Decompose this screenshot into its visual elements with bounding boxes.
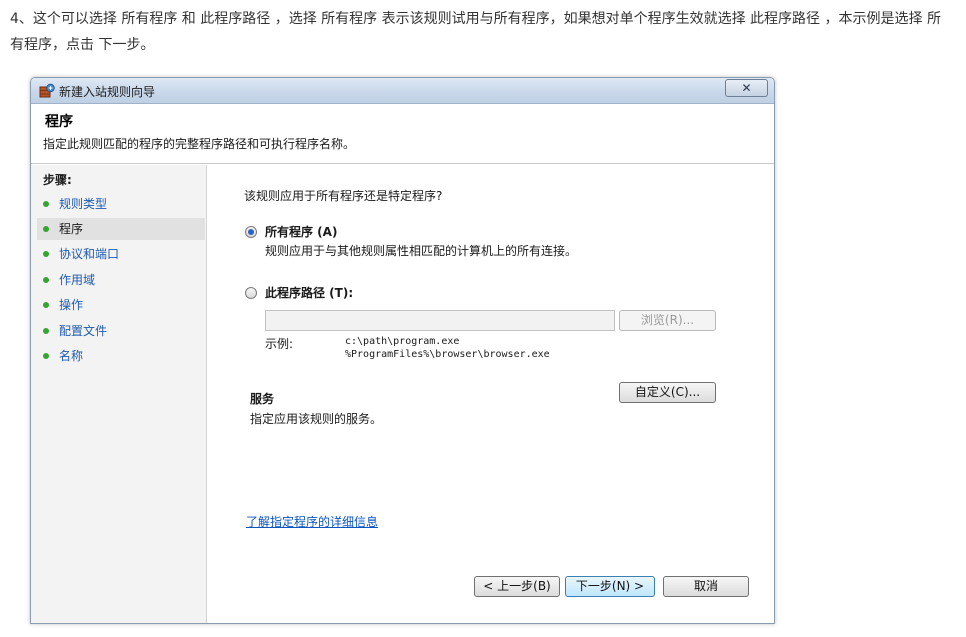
page-title: 程序 bbox=[45, 114, 73, 130]
close-icon: ✕ bbox=[741, 81, 752, 95]
step-bullet-icon bbox=[43, 201, 49, 207]
all-programs-label[interactable]: 所有程序 (A) bbox=[265, 223, 337, 240]
step-label: 程序 bbox=[59, 222, 84, 236]
scope-question: 该规则应用于所有程序还是特定程序? bbox=[244, 189, 443, 203]
steps-title: 步骤: bbox=[43, 173, 72, 187]
step-item-program[interactable]: 程序 bbox=[37, 218, 205, 240]
step-item-profile[interactable]: 配置文件 bbox=[37, 320, 205, 342]
step-label: 名称 bbox=[59, 349, 84, 363]
all-programs-radio[interactable] bbox=[245, 226, 257, 238]
close-button[interactable]: ✕ bbox=[725, 79, 768, 97]
step-item-protocol-ports[interactable]: 协议和端口 bbox=[37, 243, 205, 265]
all-programs-description: 规则应用于与其他规则属性相匹配的计算机上的所有连接。 bbox=[265, 244, 578, 258]
step-label: 配置文件 bbox=[59, 324, 108, 338]
step-label: 操作 bbox=[59, 298, 84, 312]
firewall-app-icon bbox=[39, 83, 55, 98]
program-path-radio[interactable] bbox=[245, 287, 257, 299]
step-label: 协议和端口 bbox=[59, 247, 120, 261]
step-bullet-icon bbox=[43, 353, 49, 359]
example-path-2: %ProgramFiles%\browser\browser.exe bbox=[345, 349, 550, 360]
step-bullet-icon bbox=[43, 277, 49, 283]
step-label: 规则类型 bbox=[59, 197, 108, 211]
step-item-name[interactable]: 名称 bbox=[37, 345, 205, 367]
next-button[interactable]: 下一步(N) > bbox=[565, 576, 655, 597]
step-bullet-icon bbox=[43, 251, 49, 257]
window-title: 新建入站规则向导 bbox=[59, 85, 156, 99]
wizard-content: 该规则应用于所有程序还是特定程序? 所有程序 (A) 规则应用于与其他规则属性相… bbox=[208, 165, 774, 623]
services-description: 指定应用该规则的服务。 bbox=[250, 412, 383, 426]
window-titlebar[interactable]: 新建入站规则向导 ✕ bbox=[31, 78, 774, 104]
learn-more-link[interactable]: 了解指定程序的详细信息 bbox=[246, 513, 378, 530]
step-item-scope[interactable]: 作用域 bbox=[37, 269, 205, 291]
step-item-action[interactable]: 操作 bbox=[37, 294, 205, 316]
example-path-1: c:\path\program.exe bbox=[345, 336, 460, 347]
program-path-input[interactable] bbox=[265, 310, 615, 331]
wizard-window: 新建入站规则向导 ✕ 程序 指定此规则匹配的程序的完整程序路径和可执行程序名称。… bbox=[30, 77, 775, 624]
page-description: 指定此规则匹配的程序的完整程序路径和可执行程序名称。 bbox=[43, 137, 356, 151]
step-item-rule-type[interactable]: 规则类型 bbox=[37, 193, 205, 215]
program-path-label[interactable]: 此程序路径 (T): bbox=[265, 284, 353, 301]
step-bullet-icon bbox=[43, 226, 49, 232]
step-label: 作用域 bbox=[59, 273, 96, 287]
example-label: 示例: bbox=[265, 337, 294, 351]
step-bullet-icon bbox=[43, 302, 49, 308]
article-paragraph: 4、这个可以选择 所有程序 和 此程序路径 ，选择 所有程序 表示该规则试用与所… bbox=[10, 11, 941, 53]
browse-button[interactable]: 浏览(R)... bbox=[619, 310, 716, 331]
customize-button[interactable]: 自定义(C)... bbox=[619, 382, 716, 403]
wizard-header: 程序 指定此规则匹配的程序的完整程序路径和可执行程序名称。 bbox=[31, 104, 774, 164]
cancel-button[interactable]: 取消 bbox=[663, 576, 749, 597]
steps-sidebar: 步骤: 规则类型 程序 协议和端口 作用域 操作 配置文件 名称 bbox=[31, 165, 207, 623]
back-button[interactable]: < 上一步(B) bbox=[474, 576, 560, 597]
services-title: 服务 bbox=[250, 392, 275, 406]
step-bullet-icon bbox=[43, 328, 49, 334]
